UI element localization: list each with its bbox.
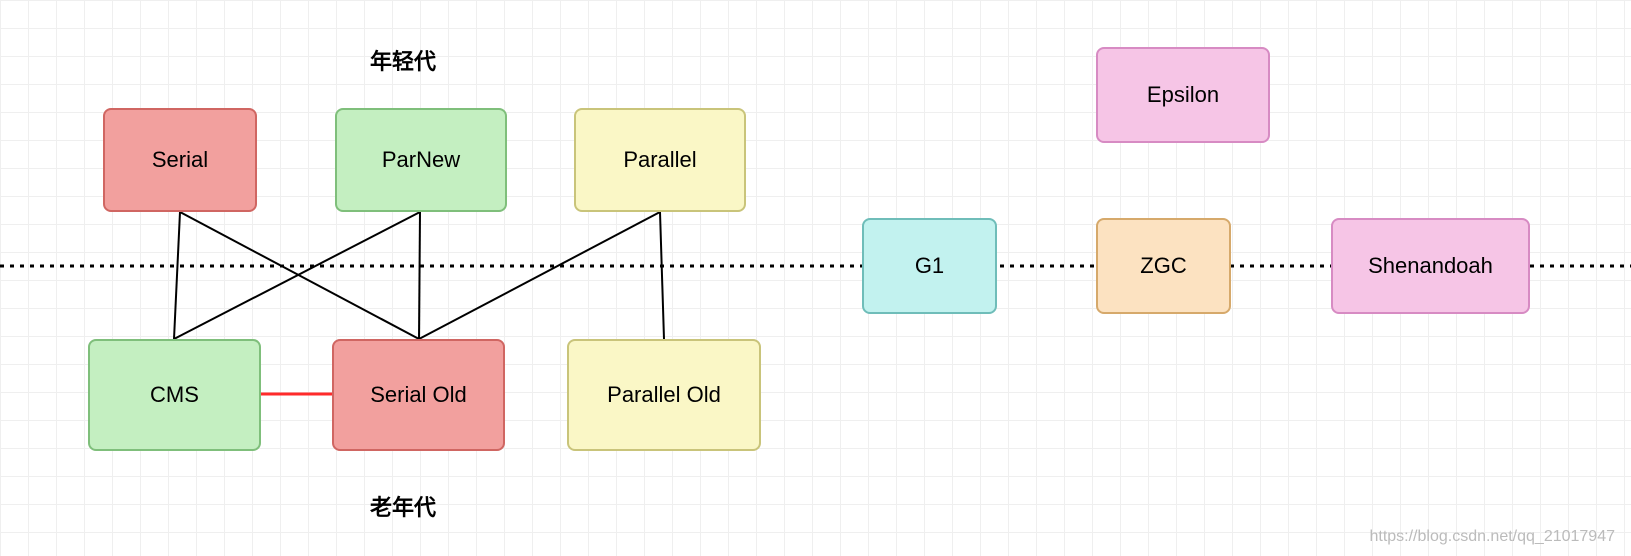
node-epsilon: Epsilon	[1096, 47, 1270, 143]
label-young-gen: 年轻代	[370, 44, 436, 76]
diagram-canvas: 年轻代 Serial ParNew Parallel CMS Serial Ol…	[0, 0, 1631, 556]
node-shenandoah: Shenandoah	[1331, 218, 1530, 314]
label-old-gen: 老年代	[370, 490, 436, 522]
node-parallel: Parallel	[574, 108, 746, 212]
node-g1: G1	[862, 218, 997, 314]
node-cms: CMS	[88, 339, 261, 451]
node-zgc: ZGC	[1096, 218, 1231, 314]
watermark-text: https://blog.csdn.net/qq_21017947	[1369, 528, 1615, 546]
node-parnew: ParNew	[335, 108, 507, 212]
node-serial: Serial	[103, 108, 257, 212]
node-serial-old: Serial Old	[332, 339, 505, 451]
node-parallel-old: Parallel Old	[567, 339, 761, 451]
